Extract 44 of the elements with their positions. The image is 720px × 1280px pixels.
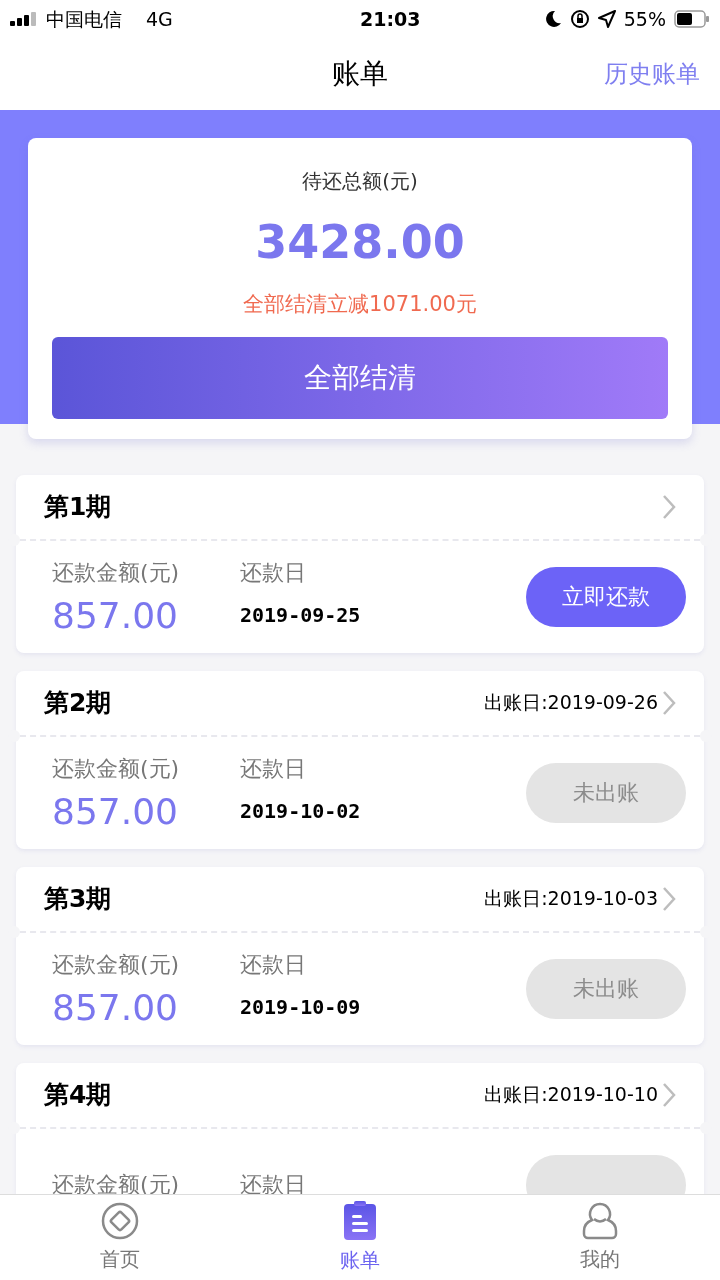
due-date: 2019-10-09 bbox=[240, 994, 361, 1021]
amount-label: 还款金额(元) bbox=[52, 558, 181, 587]
unbilled-button[interactable]: 未出账 bbox=[526, 958, 686, 1019]
location-arrow-icon bbox=[597, 10, 616, 28]
period-title: 第2期 bbox=[44, 686, 112, 719]
total-label: 待还总额(元) bbox=[302, 168, 418, 195]
period-title: 第1期 bbox=[44, 490, 112, 523]
chevron-right-icon bbox=[662, 689, 676, 716]
amount-value: 857.00 bbox=[52, 985, 179, 1030]
total-amount: 3428.00 bbox=[255, 214, 465, 271]
due-date-label: 还款日 bbox=[240, 558, 307, 587]
period-title: 第4期 bbox=[44, 1078, 112, 1111]
discount-note: 全部结清立减1071.00元 bbox=[243, 291, 477, 318]
network-type: 4G bbox=[146, 6, 173, 32]
tab-item[interactable]: 我的 bbox=[480, 1195, 720, 1280]
unbilled-button[interactable]: 未出账 bbox=[526, 762, 686, 823]
amount-label: 还款金额(元) bbox=[52, 950, 181, 979]
page-title: 账单 bbox=[332, 56, 388, 92]
chevron-right-icon bbox=[662, 1081, 676, 1108]
due-date: 2019-10-02 bbox=[240, 798, 361, 825]
rotation-lock-icon bbox=[569, 9, 590, 29]
history-bills-link[interactable]: 历史账单 bbox=[604, 56, 700, 92]
bill-date: 出账日:2019-09-26 bbox=[484, 690, 658, 716]
chevron-right-icon bbox=[662, 493, 676, 520]
due-date-label: 还款日 bbox=[240, 950, 307, 979]
amount-label: 还款金额(元) bbox=[52, 754, 181, 783]
tab-item[interactable]: 账单 bbox=[240, 1195, 480, 1280]
amount-value: 857.00 bbox=[52, 789, 179, 834]
bill-date: 出账日:2019-10-10 bbox=[484, 1082, 658, 1108]
due-date-label: 还款日 bbox=[240, 754, 307, 783]
carrier-name: 中国电信 bbox=[46, 6, 122, 32]
signal-icon bbox=[10, 12, 38, 26]
tab-item[interactable]: 首页 bbox=[0, 1195, 240, 1280]
bill-date: 出账日:2019-10-03 bbox=[484, 886, 658, 912]
repay-button[interactable]: 立即还款 bbox=[526, 566, 686, 627]
settle-all-button[interactable]: 全部结清 bbox=[52, 336, 668, 419]
status-time: 21:03 bbox=[360, 6, 421, 32]
amount-value: 857.00 bbox=[52, 593, 179, 638]
battery-icon bbox=[674, 10, 710, 28]
moon-icon bbox=[543, 10, 562, 28]
battery-percent: 55% bbox=[623, 6, 666, 32]
chevron-right-icon bbox=[662, 885, 676, 912]
period-title: 第3期 bbox=[44, 882, 112, 915]
due-date: 2019-09-25 bbox=[240, 602, 361, 629]
